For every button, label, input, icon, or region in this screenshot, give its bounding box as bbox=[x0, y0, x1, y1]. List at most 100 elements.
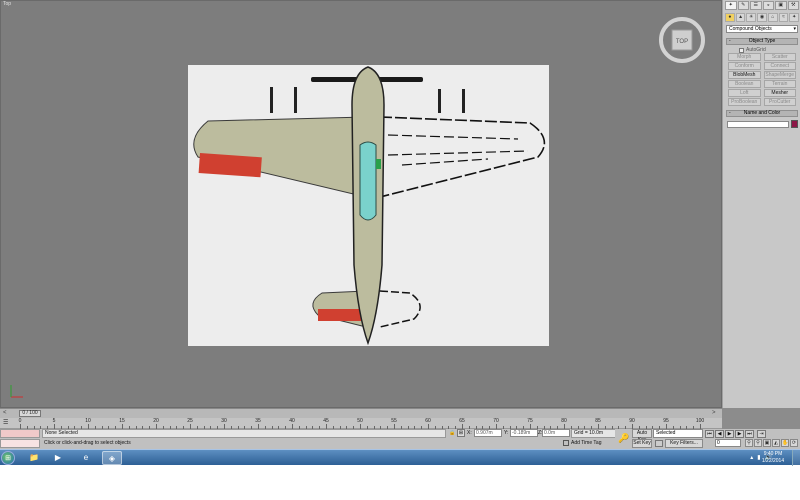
start-button[interactable]: ⊞ bbox=[1, 451, 15, 465]
space-warps-icon[interactable]: ≈ bbox=[778, 13, 789, 22]
ruler-label: 80 bbox=[561, 418, 567, 424]
zoom-extents-icon[interactable]: ▣ bbox=[763, 439, 771, 447]
curve-editor-icon[interactable]: ☰ bbox=[3, 419, 11, 427]
geometry-icon[interactable]: ● bbox=[725, 13, 735, 22]
tab-utilities[interactable]: ⚒ bbox=[787, 1, 799, 10]
name-color-title: Name and Color bbox=[743, 110, 781, 116]
absolute-mode-icon[interactable]: ⊞ bbox=[457, 429, 465, 437]
object-type-button[interactable]: Morph bbox=[728, 53, 761, 61]
media-player-icon[interactable]: ▶ bbox=[48, 451, 68, 465]
object-type-button[interactable]: ProBoolean bbox=[728, 98, 761, 106]
lights-icon[interactable]: ☀ bbox=[746, 13, 757, 22]
x-label: X: bbox=[467, 430, 472, 436]
object-type-buttons: Morph Scatter Conform Connect BlobMesh ShapeM… bbox=[728, 53, 796, 106]
next-frame-arrow-icon[interactable]: > bbox=[712, 410, 716, 417]
show-desktop-button[interactable] bbox=[792, 450, 800, 466]
object-type-rollout-header[interactable]: - Object Type bbox=[726, 38, 798, 45]
zoom-all-icon[interactable]: ⚲ bbox=[754, 439, 762, 447]
top-viewport[interactable]: Top TOP bbox=[0, 0, 722, 408]
ruler-label: 85 bbox=[595, 418, 601, 424]
3ds-max-taskbar-icon[interactable]: ◈ bbox=[102, 451, 122, 465]
set-key-button[interactable]: Set Key bbox=[632, 439, 652, 448]
category-dropdown-value: Compound Objects bbox=[729, 26, 772, 32]
viewport-label[interactable]: Top bbox=[3, 1, 11, 7]
y-coordinate-field[interactable]: -0.189m bbox=[510, 429, 538, 437]
helpers-icon[interactable]: ⌂ bbox=[767, 13, 778, 22]
x-coordinate-field[interactable]: 0.907m bbox=[474, 429, 502, 437]
track-bar[interactable]: ☰ 0 5 10 15 20 25 30 35 40 45 50 55 60 65 70 75 80 85 90 95… bbox=[0, 418, 722, 429]
object-type-button[interactable]: BlobMesh bbox=[728, 71, 761, 79]
zoom-icon[interactable]: ⚲ bbox=[745, 439, 753, 447]
orbit-icon[interactable]: ⟳ bbox=[790, 439, 798, 447]
field-of-view-icon[interactable]: ◭ bbox=[772, 439, 780, 447]
go-to-end-icon[interactable]: ⏭ bbox=[745, 430, 754, 438]
maxscript-listener[interactable] bbox=[0, 429, 40, 438]
object-type-button[interactable]: Connect bbox=[763, 62, 796, 70]
selection-lock-icon[interactable]: 🔒 bbox=[449, 430, 455, 436]
object-type-button[interactable]: Loft bbox=[728, 89, 761, 97]
viewcube[interactable]: TOP bbox=[658, 16, 706, 64]
taskbar-clock[interactable]: 9:40 PM 1/22/2014 bbox=[758, 451, 788, 465]
play-icon[interactable]: ▶ bbox=[725, 430, 734, 438]
object-type-button[interactable]: Scatter bbox=[763, 53, 796, 61]
key-mode-toggle-icon[interactable]: ⇥ bbox=[757, 430, 766, 438]
maxscript-output[interactable] bbox=[0, 439, 40, 448]
tab-display[interactable]: ▣ bbox=[775, 1, 787, 10]
time-slider-thumb[interactable]: 0 / 100 bbox=[19, 410, 41, 417]
ruler-label: 65 bbox=[459, 418, 465, 424]
key-icon[interactable]: 🔑 bbox=[618, 433, 629, 444]
add-time-tag-button[interactable]: Add Time Tag bbox=[563, 439, 619, 448]
name-color-rollout-header[interactable]: - Name and Color bbox=[726, 110, 798, 117]
create-category-icons: ● ▲ ☀ ◉ ⌂ ≈ ✦ bbox=[725, 13, 800, 22]
tab-create[interactable]: ✦ bbox=[725, 1, 737, 10]
go-to-start-icon[interactable]: ⏮ bbox=[705, 430, 714, 438]
key-mode-value: Selected bbox=[656, 430, 676, 436]
airplane-model[interactable] bbox=[188, 65, 549, 346]
previous-frame-icon[interactable]: ◀ bbox=[715, 430, 724, 438]
internet-explorer-icon[interactable]: e bbox=[76, 451, 96, 465]
ruler-label: 100 bbox=[695, 418, 705, 424]
object-type-button[interactable]: ProCutter bbox=[763, 98, 796, 106]
command-panel-tabs: ✦ ✎ ☰ ◒ ▣ ⚒ bbox=[725, 1, 799, 10]
ruler-label: 60 bbox=[425, 418, 431, 424]
category-dropdown[interactable]: Compound Objects ▾ bbox=[726, 25, 798, 33]
next-frame-icon[interactable]: ▶ bbox=[735, 430, 744, 438]
ruler-label: 45 bbox=[323, 418, 329, 424]
3ds-max-window: Top TOP ✦ ✎ ☰ ◒ ▣ ⚒ ● ▲ ☀ ◉ ⌂ ≈ ✦ Compou… bbox=[0, 0, 800, 466]
object-type-button[interactable]: Boolean bbox=[728, 80, 761, 88]
prev-frame-arrow-icon[interactable]: < bbox=[3, 410, 7, 417]
status-bar: None Selected Click or click-and-drag to… bbox=[0, 429, 722, 449]
autogrid-checkbox[interactable] bbox=[739, 47, 744, 53]
z-coordinate-field[interactable]: 0.0m bbox=[542, 429, 570, 437]
current-frame-field[interactable]: 0 bbox=[715, 439, 741, 447]
object-name-field[interactable] bbox=[727, 121, 789, 128]
ruler-label: 50 bbox=[357, 418, 363, 424]
time-slider[interactable]: < 0 / 100 > bbox=[0, 408, 722, 418]
object-type-button[interactable]: Terrain bbox=[763, 80, 796, 88]
time-tag-icon bbox=[563, 439, 569, 446]
frame-ruler[interactable]: 0 5 10 15 20 25 30 35 40 45 50 55 60 65 70 75 80 85 90 95 10… bbox=[19, 418, 704, 429]
object-color-swatch[interactable] bbox=[791, 120, 798, 128]
tab-hierarchy[interactable]: ☰ bbox=[750, 1, 762, 10]
tray-arrow-icon[interactable]: ▴ bbox=[750, 454, 753, 461]
ruler-label: 40 bbox=[289, 418, 295, 424]
set-key-large-icon[interactable] bbox=[655, 440, 663, 447]
viewcube-icon[interactable]: TOP bbox=[658, 16, 706, 64]
prompt-line: Click or click-and-drag to select object… bbox=[44, 440, 131, 446]
tab-motion[interactable]: ◒ bbox=[762, 1, 774, 10]
blueprint-plane[interactable] bbox=[188, 65, 549, 346]
ruler-label: 90 bbox=[629, 418, 635, 424]
key-mode-dropdown[interactable]: Selected bbox=[653, 429, 703, 438]
object-type-button[interactable]: Conform bbox=[728, 62, 761, 70]
explorer-icon[interactable]: 📁 bbox=[24, 451, 44, 465]
object-type-title: Object Type bbox=[748, 38, 776, 44]
pan-icon[interactable]: ✋ bbox=[781, 439, 789, 447]
shapes-icon[interactable]: ▲ bbox=[735, 13, 746, 22]
auto-key-button[interactable]: Auto Key bbox=[632, 429, 652, 443]
key-filters-button[interactable]: Key Filters... bbox=[665, 439, 703, 448]
systems-icon[interactable]: ✦ bbox=[789, 13, 800, 22]
object-type-button[interactable]: Mesher bbox=[763, 89, 796, 97]
object-type-button[interactable]: ShapeMerge bbox=[763, 71, 796, 79]
tab-modify[interactable]: ✎ bbox=[737, 1, 749, 10]
cameras-icon[interactable]: ◉ bbox=[757, 13, 767, 22]
